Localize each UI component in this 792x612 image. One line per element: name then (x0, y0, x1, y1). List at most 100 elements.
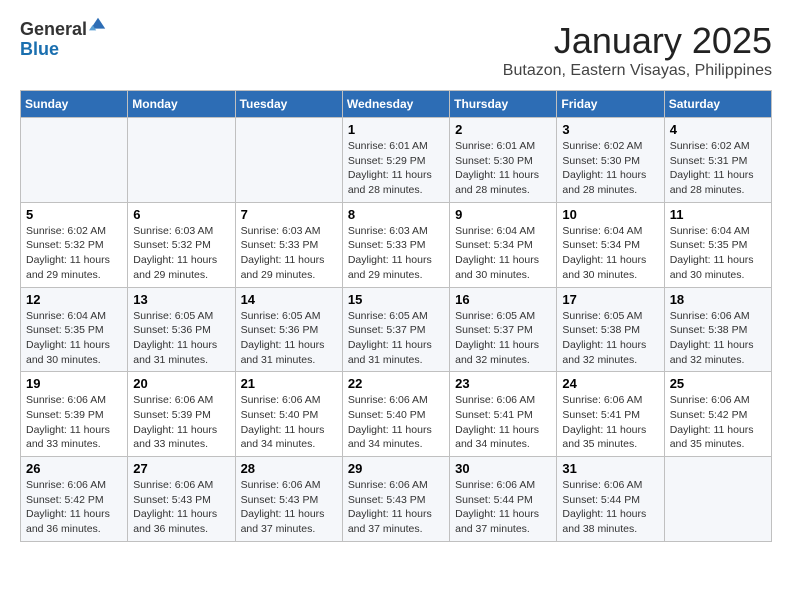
day-info: Sunrise: 6:06 AMSunset: 5:38 PMDaylight:… (670, 309, 766, 368)
day-number: 21 (241, 376, 337, 391)
calendar-cell: 31 Sunrise: 6:06 AMSunset: 5:44 PMDayligh… (557, 457, 664, 542)
calendar-cell: 22 Sunrise: 6:06 AMSunset: 5:40 PMDayligh… (342, 372, 449, 457)
calendar-header-row: SundayMondayTuesdayWednesdayThursdayFrid… (21, 91, 772, 118)
calendar-week-row: 19 Sunrise: 6:06 AMSunset: 5:39 PMDayligh… (21, 372, 772, 457)
day-number: 14 (241, 292, 337, 307)
day-number: 9 (455, 207, 551, 222)
location: Butazon, Eastern Visayas, Philippines (503, 62, 772, 80)
day-info: Sunrise: 6:06 AMSunset: 5:41 PMDaylight:… (455, 393, 551, 452)
day-number: 11 (670, 207, 766, 222)
weekday-header-thursday: Thursday (450, 91, 557, 118)
page-header: General Blue January 2025 Butazon, Easte… (20, 20, 772, 80)
day-info: Sunrise: 6:05 AMSunset: 5:36 PMDaylight:… (241, 309, 337, 368)
day-number: 6 (133, 207, 229, 222)
calendar-cell: 30 Sunrise: 6:06 AMSunset: 5:44 PMDayligh… (450, 457, 557, 542)
calendar-cell: 18 Sunrise: 6:06 AMSunset: 5:38 PMDayligh… (664, 287, 771, 372)
day-number: 25 (670, 376, 766, 391)
calendar-cell: 4Sunrise: 6:02 AMSunset: 5:31 PMDaylight… (664, 118, 771, 203)
day-number: 31 (562, 461, 658, 476)
day-info: Sunrise: 6:04 AMSunset: 5:35 PMDaylight:… (670, 224, 766, 283)
day-info: Sunrise: 6:06 AMSunset: 5:40 PMDaylight:… (241, 393, 337, 452)
day-info: Sunrise: 6:06 AMSunset: 5:43 PMDaylight:… (241, 478, 337, 537)
day-info: Sunrise: 6:02 AMSunset: 5:31 PMDaylight:… (670, 139, 766, 198)
day-number: 30 (455, 461, 551, 476)
calendar-cell (21, 118, 128, 203)
month-title: January 2025 (503, 20, 772, 62)
calendar-cell: 3 Sunrise: 6:02 AMSunset: 5:30 PMDaylight… (557, 118, 664, 203)
day-info: Sunrise: 6:06 AMSunset: 5:44 PMDaylight:… (562, 478, 658, 537)
day-number: 13 (133, 292, 229, 307)
day-info: Sunrise: 6:04 AMSunset: 5:34 PMDaylight:… (562, 224, 658, 283)
logo: General Blue (20, 20, 107, 60)
day-number: 18 (670, 292, 766, 307)
calendar-cell: 16 Sunrise: 6:05 AMSunset: 5:37 PMDayligh… (450, 287, 557, 372)
day-number: 8 (348, 207, 444, 222)
calendar-cell: 29Sunrise: 6:06 AMSunset: 5:43 PMDayligh… (342, 457, 449, 542)
day-number: 29 (348, 461, 444, 476)
day-number: 3 (562, 122, 658, 137)
day-info: Sunrise: 6:06 AMSunset: 5:44 PMDaylight:… (455, 478, 551, 537)
calendar-cell: 20Sunrise: 6:06 AMSunset: 5:39 PMDayligh… (128, 372, 235, 457)
calendar-cell: 21 Sunrise: 6:06 AMSunset: 5:40 PMDayligh… (235, 372, 342, 457)
day-number: 19 (26, 376, 122, 391)
day-info: Sunrise: 6:03 AMSunset: 5:33 PMDaylight:… (241, 224, 337, 283)
calendar-cell: 1Sunrise: 6:01 AMSunset: 5:29 PMDaylight… (342, 118, 449, 203)
day-number: 24 (562, 376, 658, 391)
day-number: 26 (26, 461, 122, 476)
day-number: 22 (348, 376, 444, 391)
logo-blue-text: Blue (20, 40, 87, 60)
calendar-cell: 12Sunrise: 6:04 AMSunset: 5:35 PMDayligh… (21, 287, 128, 372)
day-info: Sunrise: 6:03 AMSunset: 5:32 PMDaylight:… (133, 224, 229, 283)
day-number: 27 (133, 461, 229, 476)
calendar-cell (128, 118, 235, 203)
day-info: Sunrise: 6:04 AMSunset: 5:34 PMDaylight:… (455, 224, 551, 283)
day-number: 7 (241, 207, 337, 222)
calendar-cell: 25 Sunrise: 6:06 AMSunset: 5:42 PMDayligh… (664, 372, 771, 457)
calendar-week-row: 1Sunrise: 6:01 AMSunset: 5:29 PMDaylight… (21, 118, 772, 203)
calendar-cell: 2 Sunrise: 6:01 AMSunset: 5:30 PMDaylight… (450, 118, 557, 203)
calendar-week-row: 12Sunrise: 6:04 AMSunset: 5:35 PMDayligh… (21, 287, 772, 372)
day-number: 12 (26, 292, 122, 307)
day-info: Sunrise: 6:02 AMSunset: 5:32 PMDaylight:… (26, 224, 122, 283)
day-info: Sunrise: 6:06 AMSunset: 5:39 PMDaylight:… (133, 393, 229, 452)
day-number: 10 (562, 207, 658, 222)
calendar-cell: 13Sunrise: 6:05 AMSunset: 5:36 PMDayligh… (128, 287, 235, 372)
calendar-cell: 6 Sunrise: 6:03 AMSunset: 5:32 PMDaylight… (128, 202, 235, 287)
day-info: Sunrise: 6:05 AMSunset: 5:38 PMDaylight:… (562, 309, 658, 368)
day-number: 15 (348, 292, 444, 307)
weekday-header-friday: Friday (557, 91, 664, 118)
day-info: Sunrise: 6:06 AMSunset: 5:42 PMDaylight:… (670, 393, 766, 452)
day-number: 23 (455, 376, 551, 391)
day-info: Sunrise: 6:05 AMSunset: 5:37 PMDaylight:… (455, 309, 551, 368)
day-info: Sunrise: 6:06 AMSunset: 5:40 PMDaylight:… (348, 393, 444, 452)
day-number: 1 (348, 122, 444, 137)
calendar-cell: 8Sunrise: 6:03 AMSunset: 5:33 PMDaylight… (342, 202, 449, 287)
calendar-cell: 9 Sunrise: 6:04 AMSunset: 5:34 PMDaylight… (450, 202, 557, 287)
calendar-table: SundayMondayTuesdayWednesdayThursdayFrid… (20, 90, 772, 542)
day-info: Sunrise: 6:01 AMSunset: 5:30 PMDaylight:… (455, 139, 551, 198)
logo-general-text: General (20, 20, 87, 40)
weekday-header-saturday: Saturday (664, 91, 771, 118)
day-info: Sunrise: 6:02 AMSunset: 5:30 PMDaylight:… (562, 139, 658, 198)
calendar-cell (235, 118, 342, 203)
day-info: Sunrise: 6:06 AMSunset: 5:41 PMDaylight:… (562, 393, 658, 452)
calendar-week-row: 26 Sunrise: 6:06 AMSunset: 5:42 PMDayligh… (21, 457, 772, 542)
calendar-cell: 28 Sunrise: 6:06 AMSunset: 5:43 PMDayligh… (235, 457, 342, 542)
calendar-cell: 17 Sunrise: 6:05 AMSunset: 5:38 PMDayligh… (557, 287, 664, 372)
weekday-header-monday: Monday (128, 91, 235, 118)
day-info: Sunrise: 6:06 AMSunset: 5:39 PMDaylight:… (26, 393, 122, 452)
calendar-week-row: 5Sunrise: 6:02 AMSunset: 5:32 PMDaylight… (21, 202, 772, 287)
day-number: 16 (455, 292, 551, 307)
day-number: 2 (455, 122, 551, 137)
day-info: Sunrise: 6:06 AMSunset: 5:42 PMDaylight:… (26, 478, 122, 537)
logo-icon (89, 16, 107, 34)
calendar-cell: 10 Sunrise: 6:04 AMSunset: 5:34 PMDayligh… (557, 202, 664, 287)
calendar-cell (664, 457, 771, 542)
day-number: 28 (241, 461, 337, 476)
calendar-cell: 7 Sunrise: 6:03 AMSunset: 5:33 PMDaylight… (235, 202, 342, 287)
day-info: Sunrise: 6:05 AMSunset: 5:37 PMDaylight:… (348, 309, 444, 368)
day-number: 17 (562, 292, 658, 307)
calendar-cell: 14 Sunrise: 6:05 AMSunset: 5:36 PMDayligh… (235, 287, 342, 372)
calendar-cell: 23 Sunrise: 6:06 AMSunset: 5:41 PMDayligh… (450, 372, 557, 457)
calendar-cell: 19 Sunrise: 6:06 AMSunset: 5:39 PMDayligh… (21, 372, 128, 457)
